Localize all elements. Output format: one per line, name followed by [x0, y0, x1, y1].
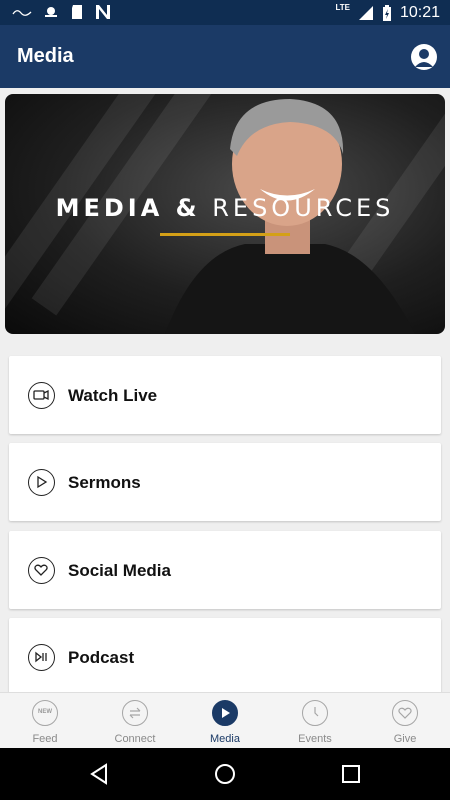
nav-label: Media: [210, 733, 240, 745]
hero-title-bold: MEDIA &: [55, 194, 201, 222]
menu-item-label: Social Media: [68, 561, 171, 580]
swap-arrows-icon: [122, 700, 148, 726]
play-icon: [212, 700, 238, 726]
nav-item-feed[interactable]: NEW Feed: [0, 693, 90, 749]
system-navigation-bar: [0, 748, 450, 800]
menu-item-social-media[interactable]: Social Media: [9, 531, 441, 609]
clock-time: 10:21: [399, 3, 440, 21]
hero-banner: MEDIA & RESOURCES: [5, 94, 445, 334]
nav-item-connect[interactable]: Connect: [90, 693, 180, 749]
heart-icon: [392, 700, 418, 726]
back-icon[interactable]: [88, 763, 110, 785]
battery-icon: [382, 4, 391, 21]
sd-card-icon: [72, 5, 82, 19]
new-badge-text: NEW: [38, 709, 52, 715]
nav-label: Give: [393, 733, 417, 745]
page-title: Media: [17, 45, 74, 67]
n-logo-icon: [96, 5, 110, 19]
menu-item-podcast[interactable]: Podcast: [9, 618, 441, 696]
account-circle-icon[interactable]: [411, 44, 437, 70]
nav-item-give[interactable]: Give: [360, 693, 450, 749]
video-camera-icon: [28, 382, 55, 409]
play-pause-icon: [28, 644, 55, 671]
nav-label: Feed: [32, 733, 58, 745]
clock-icon: [302, 700, 328, 726]
hero-title: MEDIA & RESOURCES: [5, 194, 445, 222]
menu-item-watch-live[interactable]: Watch Live: [9, 356, 441, 434]
recents-icon[interactable]: [341, 764, 361, 784]
nav-label: Events: [298, 733, 332, 745]
menu-item-label: Podcast: [68, 648, 135, 667]
nav-label: Connect: [114, 733, 156, 745]
home-icon[interactable]: [213, 762, 237, 786]
nav-item-events[interactable]: Events: [270, 693, 360, 749]
notification-icon: [12, 10, 32, 16]
network-type: LTE: [335, 3, 350, 12]
signal-icon: [358, 5, 373, 20]
bottom-navigation: NEW Feed Connect Media Events Give: [0, 692, 450, 748]
menu-item-label: Sermons: [68, 473, 141, 492]
menu-item-sermons[interactable]: Sermons: [9, 443, 441, 521]
hero-accent-rule: [160, 233, 290, 236]
nav-item-media[interactable]: Media: [180, 693, 270, 749]
new-badge-icon: NEW: [32, 700, 58, 726]
hero-title-light: RESOURCES: [212, 194, 395, 222]
app-bar: Media: [0, 25, 450, 88]
status-bar: LTE 10:21: [0, 0, 450, 25]
play-icon: [28, 469, 55, 496]
cloud-icon: [45, 7, 57, 17]
heart-icon: [28, 557, 55, 584]
menu-item-label: Watch Live: [68, 386, 158, 405]
